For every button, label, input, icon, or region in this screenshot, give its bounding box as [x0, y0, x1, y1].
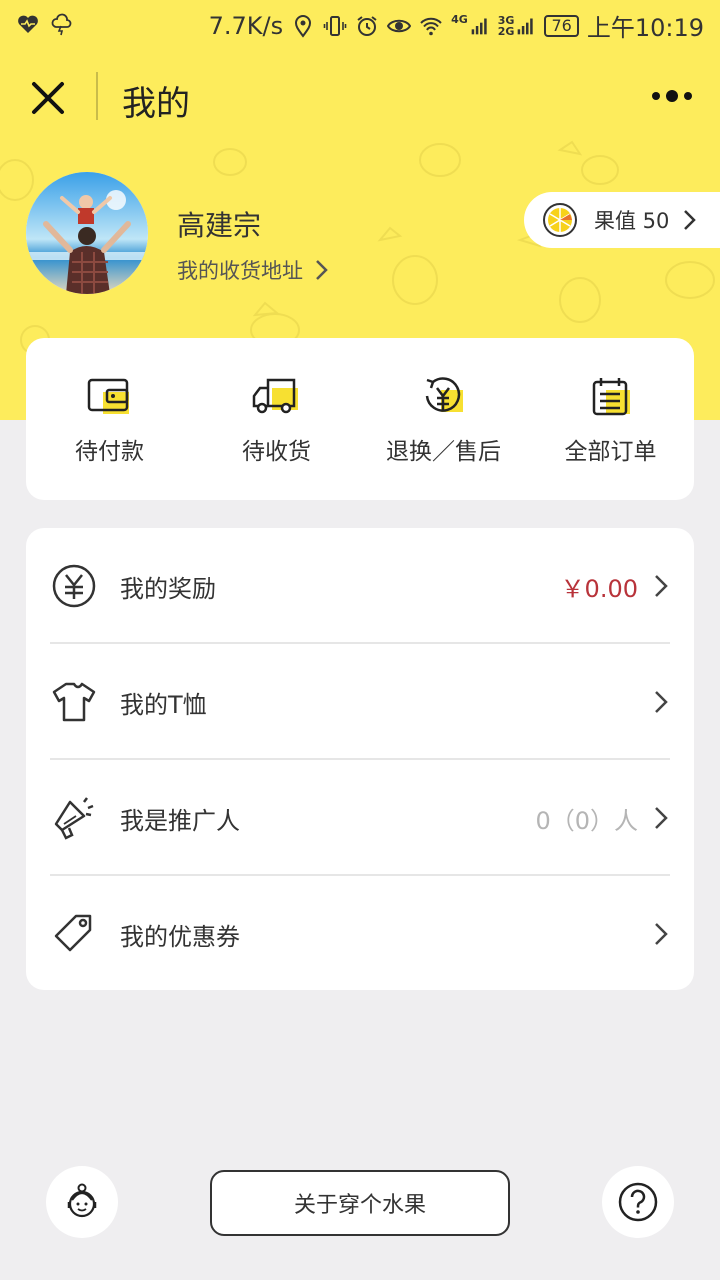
navigation-bar: 我的: [0, 60, 720, 136]
order-label: 退换／售后: [386, 439, 501, 465]
status-right: 7.7K/s 4G 3G 2G 76 上午10:19: [209, 8, 704, 43]
menu-my-tshirt[interactable]: 我的T恤: [50, 644, 670, 760]
truck-icon: [252, 378, 298, 414]
coupon-tag-icon: [54, 914, 92, 952]
order-pending-delivery[interactable]: 待收货: [193, 338, 360, 500]
menu-label: 我的奖励: [120, 574, 216, 603]
more-options-icon[interactable]: [650, 86, 694, 106]
fruit-value-text: 果值 50: [594, 209, 670, 233]
megaphone-icon: [54, 797, 94, 840]
wallet-icon: [87, 378, 129, 414]
signal-3g: 3G 2G: [498, 14, 537, 38]
help-icon: [618, 1182, 658, 1222]
weather-storm-icon: [51, 13, 72, 36]
eye-icon: [387, 19, 412, 32]
status-left-icons: [16, 12, 74, 36]
order-pending-payment[interactable]: 待付款: [26, 338, 193, 500]
chevron-right-icon: [655, 807, 668, 829]
chevron-right-icon: [655, 575, 668, 597]
alarm-icon: [357, 15, 377, 36]
wifi-icon: [420, 17, 442, 35]
battery-indicator: 76: [544, 14, 579, 37]
status-bar: 7.7K/s 4G 3G 2G 76 上午10:19: [0, 0, 720, 50]
customer-service-button[interactable]: [46, 1166, 118, 1238]
chevron-right-icon: [684, 210, 697, 230]
clock: 上午10:19: [586, 14, 704, 42]
tshirt-icon: [52, 682, 96, 722]
order-list-icon: [592, 378, 630, 416]
fruit-value-badge[interactable]: 果值 50: [524, 192, 720, 248]
signal-4g: 4G: [451, 14, 490, 38]
rewards-amount: ￥0.00: [560, 574, 638, 603]
shipping-address-link[interactable]: 我的收货地址: [177, 255, 329, 285]
avatar[interactable]: [26, 172, 148, 294]
order-all[interactable]: 全部订单: [527, 338, 694, 500]
location-icon: [295, 14, 312, 38]
orders-card: 待付款 待收货 退换／售后 全部订单: [26, 338, 694, 500]
yuan-circle-icon: [52, 564, 96, 608]
lemon-slice-icon: [543, 203, 577, 237]
order-refund-aftersale[interactable]: 退换／售后: [360, 338, 527, 500]
vibrate-icon: [323, 15, 347, 36]
order-label: 待收货: [242, 439, 311, 465]
health-heart-icon: [18, 15, 38, 33]
page-title: 我的: [122, 84, 190, 124]
about-button[interactable]: 关于穿个水果: [210, 1170, 510, 1236]
menu-card: 我的奖励 ￥0.00 我的T恤 我是推广人 0（0）人 我的优惠券: [26, 528, 694, 990]
signal-bars-icon: [471, 18, 487, 34]
menu-label: 我的优惠券: [120, 922, 240, 951]
chevron-right-icon: [316, 260, 328, 280]
close-icon[interactable]: [28, 78, 68, 118]
menu-my-rewards[interactable]: 我的奖励 ￥0.00: [50, 528, 670, 644]
order-label: 待付款: [75, 439, 144, 465]
customer-service-icon: [67, 1183, 97, 1218]
menu-label: 我是推广人: [120, 806, 240, 835]
network-speed: 7.7K/s: [208, 11, 284, 40]
menu-label: 我的T恤: [120, 690, 207, 719]
chevron-right-icon: [655, 691, 668, 713]
refund-icon: [425, 377, 463, 412]
shipping-address-label: 我的收货地址: [177, 259, 303, 283]
order-label: 全部订单: [564, 439, 657, 465]
nav-divider: [96, 72, 98, 120]
user-name: 高建宗: [177, 209, 262, 242]
menu-promoter[interactable]: 我是推广人 0（0）人: [50, 760, 670, 876]
menu-my-coupons[interactable]: 我的优惠券: [50, 876, 670, 992]
help-button[interactable]: [602, 1166, 674, 1238]
signal-bars-icon-2: [518, 18, 534, 34]
chevron-right-icon: [655, 923, 668, 945]
avatar-photo: [26, 172, 148, 294]
promoter-count: 0（0）人: [535, 806, 638, 835]
